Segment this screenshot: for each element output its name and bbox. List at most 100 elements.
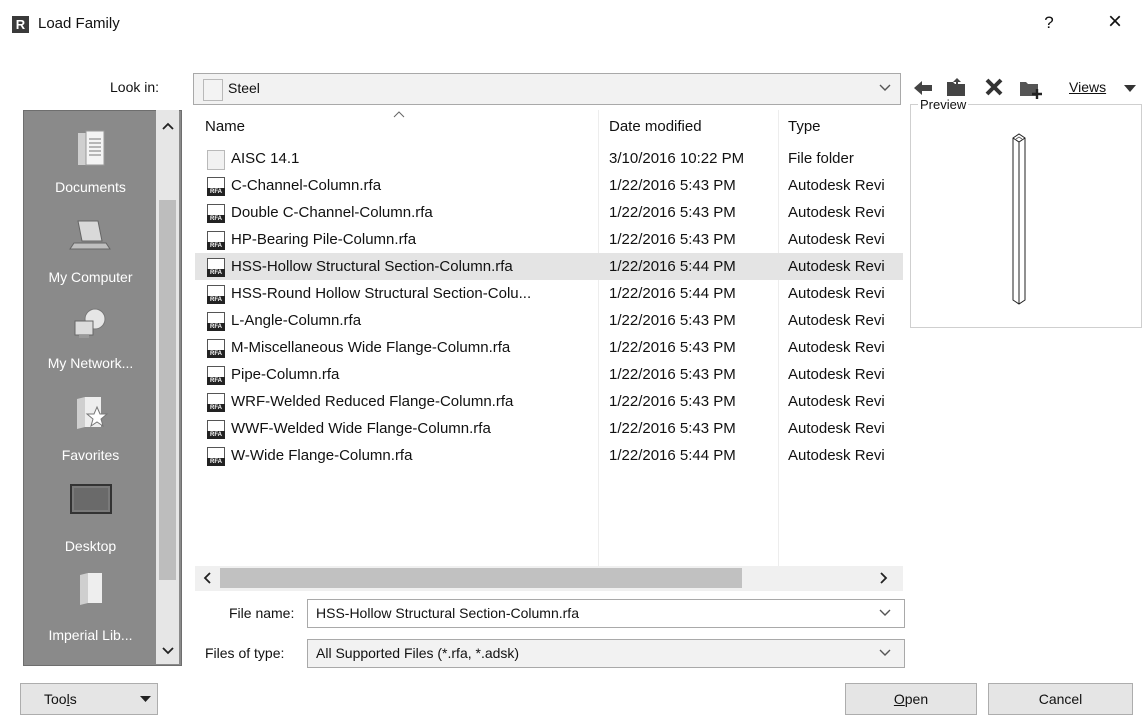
tools-label: Tools <box>44 691 77 707</box>
file-type: Autodesk Revi <box>788 420 885 437</box>
file-type: Autodesk Revi <box>788 339 885 356</box>
place-desktop[interactable]: Desktop <box>24 483 157 554</box>
place-imperial-library[interactable]: Imperial Lib... <box>24 569 157 649</box>
file-row[interactable]: L-Angle-Column.rfa 1/22/2016 5:43 PM Autod… <box>195 307 903 334</box>
file-row[interactable]: HP-Bearing Pile-Column.rfa 1/22/2016 5:43… <box>195 226 903 253</box>
file-row[interactable]: W-Wide Flange-Column.rfa 1/22/2016 5:44 P… <box>195 442 903 469</box>
rfa-file-icon <box>207 312 225 331</box>
look-in-label: Look in: <box>110 79 160 95</box>
preview-image <box>927 128 1117 318</box>
revit-app-icon: R <box>12 16 29 33</box>
rfa-file-icon <box>207 285 225 304</box>
views-dropdown-icon[interactable] <box>1124 85 1136 93</box>
computer-icon <box>68 220 111 250</box>
scroll-up-chevron-icon[interactable] <box>162 122 174 130</box>
look-in-combo[interactable] <box>193 73 901 105</box>
scroll-left-chevron-icon[interactable] <box>203 572 211 584</box>
places-scroll-thumb[interactable] <box>159 200 176 580</box>
file-date: 1/22/2016 5:43 PM <box>609 393 736 410</box>
file-date: 3/10/2016 10:22 PM <box>609 150 745 167</box>
file-name-field[interactable]: HSS-Hollow Structural Section-Column.rfa <box>307 599 905 628</box>
place-label: My Network... <box>47 355 134 371</box>
file-name: WRF-Welded Reduced Flange-Column.rfa <box>231 393 514 410</box>
window-title: Load Family <box>38 15 120 32</box>
file-date: 1/22/2016 5:44 PM <box>609 258 736 275</box>
file-type: Autodesk Revi <box>788 366 885 383</box>
chevron-down-icon[interactable] <box>879 84 891 92</box>
chevron-down-icon[interactable] <box>879 649 891 657</box>
place-my-network[interactable]: My Network... <box>24 305 157 375</box>
scroll-right-chevron-icon[interactable] <box>880 572 888 584</box>
file-row[interactable]: AISC 14.1 3/10/2016 10:22 PM File folder <box>195 145 903 172</box>
preview-label: Preview <box>918 97 969 112</box>
column-header-type[interactable]: Type <box>788 118 821 135</box>
horizontal-scroll-thumb[interactable] <box>220 568 742 588</box>
file-name: HSS-Hollow Structural Section-Column.rfa <box>231 258 513 275</box>
back-arrow-icon[interactable] <box>913 79 933 97</box>
file-date: 1/22/2016 5:44 PM <box>609 285 736 302</box>
cancel-button[interactable]: Cancel <box>988 683 1133 715</box>
file-name: WWF-Welded Wide Flange-Column.rfa <box>231 420 491 437</box>
rfa-file-icon <box>207 231 225 250</box>
folder-icon <box>203 79 223 101</box>
file-type: Autodesk Revi <box>788 231 885 248</box>
file-type-value: All Supported Files (*.rfa, *.adsk) <box>316 645 520 661</box>
file-row[interactable]: C-Channel-Column.rfa 1/22/2016 5:43 PM Aut… <box>195 172 903 199</box>
place-documents[interactable]: Documents <box>24 129 157 199</box>
open-button[interactable]: Open <box>845 683 977 715</box>
up-folder-icon[interactable] <box>945 76 969 98</box>
help-button[interactable]: ? <box>1034 13 1064 33</box>
file-type: Autodesk Revi <box>788 447 885 464</box>
network-icon <box>74 308 105 338</box>
rfa-file-icon <box>207 258 225 277</box>
place-my-computer[interactable]: My Computer <box>24 217 157 287</box>
tools-button[interactable]: Tools <box>20 683 158 715</box>
column-header-name[interactable]: Name <box>205 118 245 135</box>
file-row[interactable]: WWF-Welded Wide Flange-Column.rfa 1/22/20… <box>195 415 903 442</box>
file-row[interactable]: HSS-Hollow Structural Section-Column.rfa… <box>195 253 903 280</box>
file-type: Autodesk Revi <box>788 258 885 275</box>
rfa-file-icon <box>207 420 225 439</box>
file-row[interactable]: Double C-Channel-Column.rfa 1/22/2016 5:4… <box>195 199 903 226</box>
favorites-icon <box>76 397 108 429</box>
file-row[interactable]: M-Miscellaneous Wide Flange-Column.rfa 1/… <box>195 334 903 361</box>
chevron-down-icon[interactable] <box>879 609 891 617</box>
file-date: 1/22/2016 5:44 PM <box>609 447 736 464</box>
file-name: HP-Bearing Pile-Column.rfa <box>231 231 417 248</box>
file-type: Autodesk Revi <box>788 312 885 329</box>
file-date: 1/22/2016 5:43 PM <box>609 177 736 194</box>
place-label: My Computer <box>48 269 133 285</box>
column-header-date[interactable]: Date modified <box>609 118 702 135</box>
file-name: Double C-Channel-Column.rfa <box>231 204 433 221</box>
file-date: 1/22/2016 5:43 PM <box>609 366 736 383</box>
delete-x-icon[interactable] <box>984 77 1004 97</box>
rfa-file-icon <box>207 177 225 196</box>
close-button[interactable]: × <box>1098 8 1132 36</box>
title-bar <box>0 0 1145 48</box>
file-row[interactable]: Pipe-Column.rfa 1/22/2016 5:43 PM Autodesk… <box>195 361 903 388</box>
file-name-value: HSS-Hollow Structural Section-Column.rfa <box>316 605 579 621</box>
folder-icon <box>207 150 225 170</box>
file-name: L-Angle-Column.rfa <box>231 312 362 329</box>
views-menu[interactable]: Views <box>1069 79 1106 95</box>
file-row[interactable]: WRF-Welded Reduced Flange-Column.rfa 1/22… <box>195 388 903 415</box>
new-folder-icon[interactable] <box>1018 76 1044 100</box>
sort-ascending-icon <box>393 111 405 118</box>
file-row[interactable]: HSS-Round Hollow Structural Section-Colu… <box>195 280 903 307</box>
file-type: File folder <box>788 150 854 167</box>
place-label: Desktop <box>64 538 117 554</box>
place-label: Documents <box>55 179 126 195</box>
rfa-file-icon <box>207 447 225 466</box>
file-type: Autodesk Revi <box>788 177 885 194</box>
place-favorites[interactable]: Favorites <box>24 393 157 463</box>
library-icon <box>79 573 102 605</box>
look-in-value: Steel <box>228 80 260 96</box>
file-name: M-Miscellaneous Wide Flange-Column.rfa <box>231 339 511 356</box>
file-type-select[interactable]: All Supported Files (*.rfa, *.adsk) <box>307 639 905 668</box>
rfa-file-icon <box>207 366 225 385</box>
scroll-down-chevron-icon[interactable] <box>162 647 174 655</box>
desktop-icon <box>69 484 112 514</box>
rfa-file-icon <box>207 339 225 358</box>
open-label: Open <box>893 691 929 707</box>
rfa-file-icon <box>207 393 225 412</box>
